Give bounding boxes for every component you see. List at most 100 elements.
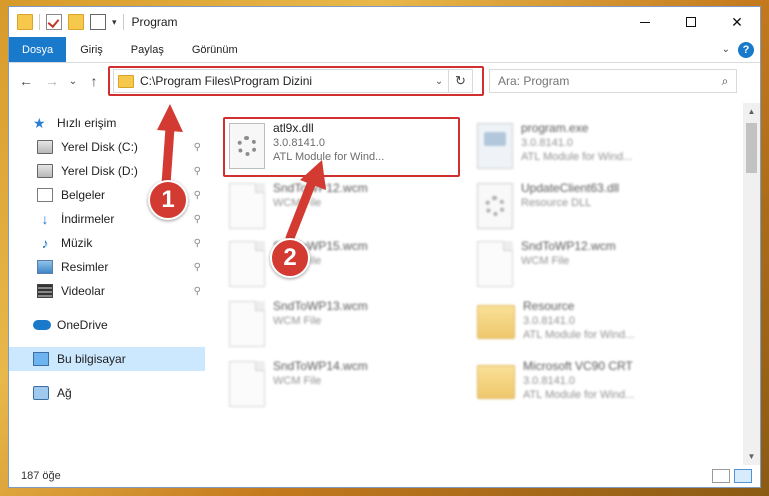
search-box[interactable]: ⌕ xyxy=(489,69,737,93)
up-button[interactable]: ↑ xyxy=(83,70,105,92)
file-name: SndToWP14.wcm xyxy=(273,359,368,373)
file-item[interactable]: UpdateClient63.dll Resource DLL xyxy=(477,179,717,237)
window-title: Program xyxy=(131,15,178,29)
file-name: SndToWP12.wcm xyxy=(521,239,616,253)
documents-icon xyxy=(37,188,53,202)
nav-this-pc[interactable]: Bu bilgisayar xyxy=(9,347,205,371)
maximize-icon xyxy=(686,17,696,27)
pictures-icon xyxy=(37,260,53,274)
forward-button[interactable]: → xyxy=(41,70,63,92)
dll-gear-icon xyxy=(229,123,265,169)
item-count: 187 öğe xyxy=(21,470,61,482)
help-icon[interactable]: ? xyxy=(738,41,754,58)
file-item[interactable]: SndToWP12.wcm WCM File xyxy=(229,179,469,237)
pin-icon[interactable]: ⚲ xyxy=(194,190,201,201)
expand-ribbon-chevron-icon[interactable]: ⌄ xyxy=(722,44,730,55)
tab-file[interactable]: Dosya xyxy=(9,37,67,62)
disk-icon xyxy=(37,164,53,178)
explorer-body: ★ Hızlı erişim Yerel Disk (C:) ⚲ Yerel D… xyxy=(9,103,760,465)
file-name: UpdateClient63.dll xyxy=(521,181,620,195)
file-type: WCM File xyxy=(273,375,322,387)
folder-icon xyxy=(17,14,33,30)
folder-icon xyxy=(477,305,515,339)
file-type: WCM File xyxy=(273,197,322,209)
navigation-pane: ★ Hızlı erişim Yerel Disk (C:) ⚲ Yerel D… xyxy=(9,103,205,465)
address-dropdown-chevron-icon[interactable]: ⌄ xyxy=(430,76,448,87)
nav-network[interactable]: Ağ xyxy=(9,381,205,405)
nav-pictures[interactable]: Resimler ⚲ xyxy=(9,255,205,279)
properties-check-icon[interactable] xyxy=(46,14,62,30)
large-icons-view-icon[interactable] xyxy=(734,469,752,483)
back-button[interactable]: ← xyxy=(15,70,37,92)
nav-item-label: Yerel Disk (D:) xyxy=(61,164,138,178)
quick-access-toolbar: ▾ xyxy=(9,14,124,30)
file-description: ATL Module for Wind... xyxy=(273,151,385,163)
pin-icon[interactable]: ⚲ xyxy=(194,262,201,273)
toolbar-separator xyxy=(122,14,124,30)
nav-onedrive[interactable]: OneDrive xyxy=(9,313,205,337)
file-item[interactable]: SndToWP12.wcm WCM File xyxy=(477,237,717,295)
pin-icon[interactable]: ⚲ xyxy=(194,214,201,225)
file-name: Resource xyxy=(523,299,575,313)
step-1-badge: 1 xyxy=(148,180,188,220)
videos-icon xyxy=(37,284,53,298)
properties-icon[interactable] xyxy=(90,14,106,30)
new-folder-icon[interactable] xyxy=(68,14,84,30)
address-bar[interactable]: C:\Program Files\Program Dizini ⌄ ↻ xyxy=(108,66,484,96)
close-button[interactable]: ✕ xyxy=(714,7,760,37)
file-icon xyxy=(229,301,265,347)
refresh-button[interactable]: ↻ xyxy=(448,69,472,93)
pin-icon[interactable]: ⚲ xyxy=(194,238,201,249)
address-path[interactable]: C:\Program Files\Program Dizini xyxy=(140,74,430,88)
tab-home[interactable]: Giriş xyxy=(66,37,117,62)
nav-item-label: Müzik xyxy=(61,236,93,250)
file-item-atl9x[interactable]: atl9x.dll 3.0.8141.0 ATL Module for Wind… xyxy=(229,119,469,177)
pin-icon[interactable]: ⚲ xyxy=(194,286,201,297)
status-bar: 187 öğe xyxy=(9,465,760,487)
folder-item[interactable]: Resource 3.0.8141.0 ATL Module for Wind.… xyxy=(477,297,717,355)
title-bar: ▾ Program ✕ xyxy=(9,7,760,37)
nav-local-disk-c[interactable]: Yerel Disk (C:) ⚲ xyxy=(9,135,205,159)
tab-share[interactable]: Paylaş xyxy=(117,37,178,62)
file-item[interactable]: SndToWP15.wcm WCM File xyxy=(229,237,469,295)
details-view-icon[interactable] xyxy=(712,469,730,483)
maximize-button[interactable] xyxy=(668,7,714,37)
file-item[interactable]: SndToWP14.wcm WCM File xyxy=(229,357,469,415)
file-description: ATL Module for Wind... xyxy=(521,151,633,163)
nav-quick-access[interactable]: ★ Hızlı erişim xyxy=(9,111,205,135)
file-item[interactable]: program.exe 3.0.8141.0 ATL Module for Wi… xyxy=(477,119,717,177)
file-name: SndToWP13.wcm xyxy=(273,299,368,313)
file-explorer-window: ▾ Program ✕ Dosya Giriş Paylaş Görünüm ⌄… xyxy=(8,6,761,488)
vertical-scrollbar[interactable]: ▲ ▼ xyxy=(743,103,760,465)
minimize-button[interactable] xyxy=(622,7,668,37)
nav-music[interactable]: ♪ Müzik ⚲ xyxy=(9,231,205,255)
scroll-up-arrow-icon[interactable]: ▲ xyxy=(743,103,760,120)
nav-item-label: Bu bilgisayar xyxy=(57,352,126,366)
file-version: 3.0.8141.0 xyxy=(523,375,575,387)
pin-icon[interactable]: ⚲ xyxy=(194,166,201,177)
file-version: 3.0.8141.0 xyxy=(523,315,575,327)
search-input[interactable] xyxy=(498,74,714,88)
tab-view[interactable]: Görünüm xyxy=(178,37,252,62)
nav-videos[interactable]: Videolar ⚲ xyxy=(9,279,205,303)
file-item[interactable]: SndToWP13.wcm WCM File xyxy=(229,297,469,355)
pin-icon[interactable]: ⚲ xyxy=(194,142,201,153)
file-name: program.exe xyxy=(521,121,589,135)
scroll-down-arrow-icon[interactable]: ▼ xyxy=(743,448,760,465)
dll-gear-icon xyxy=(477,183,513,229)
download-icon: ↓ xyxy=(41,211,49,227)
file-version: 3.0.8141.0 xyxy=(273,137,325,149)
nav-local-disk-d[interactable]: Yerel Disk (D:) ⚲ xyxy=(9,159,205,183)
customize-toolbar-chevron-icon[interactable]: ▾ xyxy=(112,17,117,28)
file-version: 3.0.8141.0 xyxy=(521,137,573,149)
toolbar-separator xyxy=(39,14,40,30)
file-type: WCM File xyxy=(521,255,570,267)
nav-item-label: Belgeler xyxy=(61,188,106,202)
scroll-thumb[interactable] xyxy=(746,123,757,173)
recent-locations-chevron-icon[interactable]: ⌄ xyxy=(67,70,79,92)
view-switcher xyxy=(712,469,752,483)
nav-item-label: Ağ xyxy=(57,386,72,400)
folder-item[interactable]: Microsoft VC90 CRT 3.0.8141.0 ATL Module… xyxy=(477,357,717,415)
